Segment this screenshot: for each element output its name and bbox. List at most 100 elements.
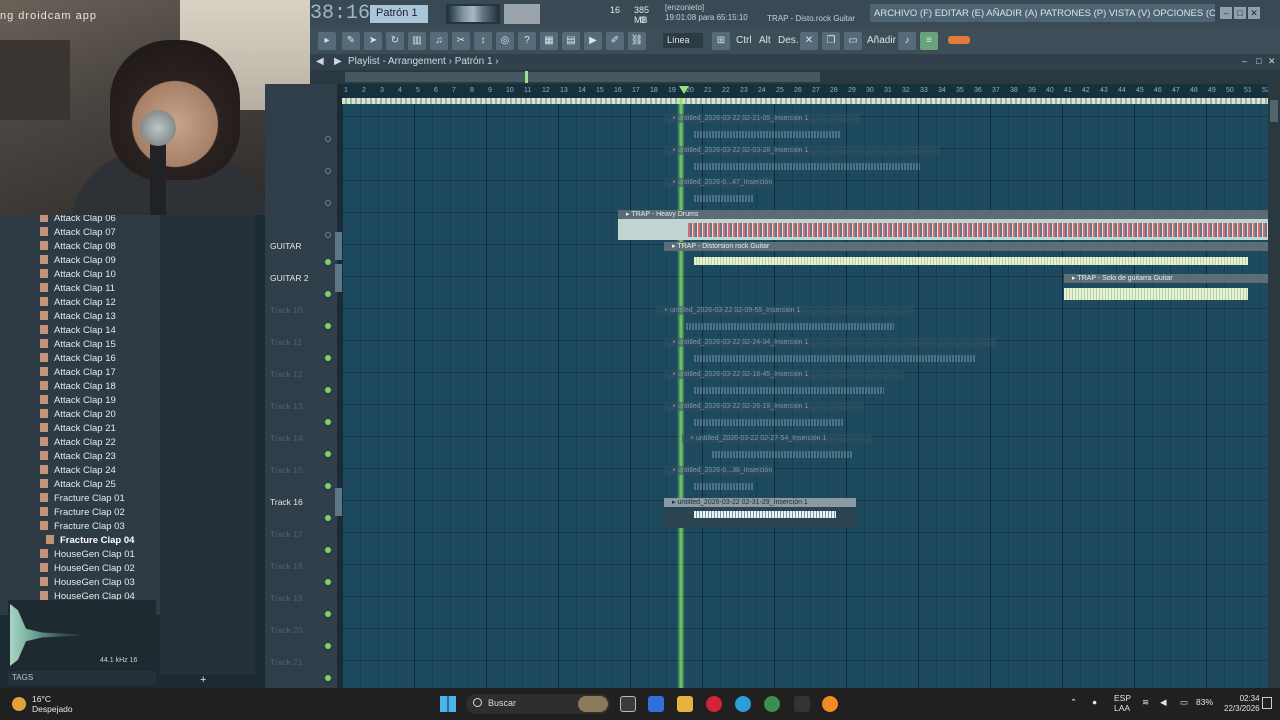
browser-item[interactable]: Attack Clap 18 [40, 380, 116, 394]
draw-tool-icon[interactable]: ✎ [342, 32, 360, 50]
track-header[interactable]: GUITAR 2 [270, 262, 330, 294]
chrome-icon[interactable] [764, 696, 780, 712]
browser-item[interactable]: HouseGen Clap 03 [40, 576, 135, 590]
volume-icon[interactable]: ◀ [1160, 697, 1167, 708]
browser-item[interactable]: Attack Clap 11 [40, 282, 115, 296]
app-icon[interactable] [794, 696, 810, 712]
playlist-minimize-icon[interactable]: – [1242, 56, 1247, 66]
recorded-clip[interactable]: ▸ untitled_2026-03-22 02-31-29_Inserción… [664, 498, 856, 528]
browser-item[interactable]: Fracture Clap 02 [40, 506, 125, 520]
timeline-ruler[interactable]: 1 2 3 4 5 6 7 8 9 10 11 12 13 14 15 16 17 18 19 20 21 22 23 24 2… [342, 84, 1270, 98]
audio-clip[interactable]: × untitled_2026-03-22 02-27-54_Inserción… [682, 434, 872, 464]
pen-icon[interactable]: ✐ [606, 32, 624, 50]
task-view-icon[interactable] [620, 696, 636, 712]
playlist-close-icon[interactable]: ✕ [1268, 56, 1276, 67]
menu-arrow-icon[interactable]: ▸ [318, 32, 336, 50]
horizontal-scroll-thumb[interactable] [345, 72, 820, 82]
pattern-selector[interactable]: Patrón 1 [370, 5, 428, 23]
undo-button[interactable]: Des. [778, 33, 799, 48]
browser-item[interactable]: Attack Clap 13 [40, 310, 116, 324]
audio-clip[interactable]: × untitled_2026-03-22 02-18-45_Inserción… [664, 370, 904, 400]
taskbar-clock[interactable]: 02:34 22/3/2026 [1224, 694, 1260, 714]
track-header[interactable]: Track 13 [270, 390, 330, 422]
weather-widget[interactable]: 16°C Despejado [32, 694, 73, 714]
main-menu[interactable]: ARCHIVO (F) EDITAR (E) AÑADIR (A) PATRON… [870, 4, 1215, 22]
audio-clip[interactable]: × untitled_2026-03-22 02-26-19_Inserción… [664, 402, 864, 432]
browser-item[interactable]: Attack Clap 24 [40, 464, 116, 478]
record-toggle[interactable] [948, 36, 970, 44]
guitar-clip[interactable]: ▸ TRAP - Distorsion rock Guitar [664, 242, 1268, 272]
browser-item[interactable]: Fracture Clap 03 [40, 520, 125, 534]
play-arrow-icon[interactable]: ▶ [584, 32, 602, 50]
stamp-icon[interactable]: ⊞ [712, 32, 730, 50]
link-icon[interactable]: ⛓ [628, 32, 646, 50]
audio-clip[interactable]: × untitled_2026-03-22 02-03-28_Inserción… [664, 146, 940, 176]
vertical-scrollbar[interactable] [1268, 84, 1280, 688]
audio-clip[interactable]: × untitled_2026-0...38_Inserción 1 [664, 466, 774, 496]
browser-item[interactable]: Attack Clap 14 [40, 324, 116, 338]
track-header[interactable]: Track 17 [270, 518, 330, 550]
notification-icon[interactable] [1262, 697, 1272, 709]
track-header[interactable]: Track 14 [270, 422, 330, 454]
browser-item[interactable]: Attack Clap 07 [40, 226, 116, 240]
audio-clip[interactable]: × untitled_2026-03-22 02-09-55_Inserción… [656, 306, 914, 336]
track-header[interactable]: Track 11 [270, 326, 330, 358]
mute-tool-icon[interactable]: ♫ [430, 32, 448, 50]
browser-item[interactable]: Attack Clap 22 [40, 436, 116, 450]
slice-tool-icon[interactable]: ✂ [452, 32, 470, 50]
guitar-solo-clip[interactable]: ▸ TRAP - Solo de guitarra Guitar [1064, 274, 1268, 304]
paste-icon[interactable]: ▭ [844, 32, 862, 50]
browser-item[interactable]: Fracture Clap 04 [46, 534, 134, 548]
drums-clip[interactable]: ▸ TRAP - Heavy Drums [618, 210, 1268, 240]
browser-item[interactable]: Attack Clap 12 [40, 296, 116, 310]
mixer-icon[interactable]: ≡ [920, 32, 938, 50]
track-mute-led[interactable] [325, 136, 331, 142]
track-mute-led[interactable] [325, 200, 331, 206]
ctrl-button[interactable]: Ctrl [736, 33, 752, 48]
vertical-scroll-thumb[interactable] [1270, 100, 1278, 122]
add-button[interactable]: Añadir [867, 33, 896, 48]
browser-item[interactable]: Attack Clap 16 [40, 352, 116, 366]
browser-item[interactable]: Attack Clap 10 [40, 268, 116, 282]
wifi-icon[interactable]: ≋ [1142, 697, 1149, 708]
browser-item[interactable]: Attack Clap 20 [40, 408, 116, 422]
weather-sun-icon[interactable] [12, 697, 26, 711]
battery-icon[interactable]: ▭ [1180, 697, 1188, 708]
song-time-display[interactable]: 38:16 [310, 2, 370, 25]
mic-icon[interactable]: ♪ [898, 32, 916, 50]
widget-icon[interactable] [578, 696, 608, 712]
alt-button[interactable]: Alt [759, 33, 771, 48]
browser-item[interactable]: Attack Clap 06 [40, 215, 116, 226]
track-header[interactable]: Track 19 [270, 582, 330, 614]
close-button[interactable]: ✕ [1248, 7, 1260, 19]
loop-icon[interactable]: ↻ [386, 32, 404, 50]
track-header[interactable]: Track 18 [270, 550, 330, 582]
track-header[interactable]: Track 12 [270, 358, 330, 390]
slip-tool-icon[interactable]: ↕ [474, 32, 492, 50]
minimize-button[interactable]: – [1220, 7, 1232, 19]
paint-tool-icon[interactable]: ➤ [364, 32, 382, 50]
maximize-button[interactable]: □ [1234, 7, 1246, 19]
audio-clip[interactable]: × untitled_2026-0...47_Inserción 1 [664, 178, 774, 208]
browser-item[interactable]: Attack Clap 09 [40, 254, 116, 268]
audio-clip[interactable]: × untitled_2026-03-22 02-21-05_Inserción… [664, 114, 860, 144]
playlist-maximize-icon[interactable]: □ [1256, 56, 1261, 66]
browser-item[interactable]: Attack Clap 17 [40, 366, 116, 380]
browser-item[interactable]: Attack Clap 19 [40, 394, 116, 408]
tags-bar[interactable]: TAGS [8, 671, 156, 685]
track-header[interactable]: Track 15 [270, 454, 330, 486]
track-header[interactable]: Track 10 [270, 294, 330, 326]
opera-icon[interactable] [706, 696, 722, 712]
browser-item[interactable]: Attack Clap 21 [40, 422, 116, 436]
browser-item[interactable]: HouseGen Clap 01 [40, 548, 135, 562]
language-indicator[interactable]: ESP LAA [1114, 693, 1131, 713]
delete-tool-icon[interactable]: ▥ [408, 32, 426, 50]
track-mute-led[interactable] [325, 232, 331, 238]
track-header[interactable]: Track 20 [270, 614, 330, 646]
browser-item[interactable]: Attack Clap 08 [40, 240, 116, 254]
track-header[interactable]: Track 21 [270, 646, 330, 678]
file-explorer-icon[interactable] [677, 696, 693, 712]
snap-selector[interactable]: Línea [663, 33, 703, 48]
browser-item[interactable]: Attack Clap 15 [40, 338, 116, 352]
browser-item[interactable]: Attack Clap 25 [40, 478, 116, 492]
